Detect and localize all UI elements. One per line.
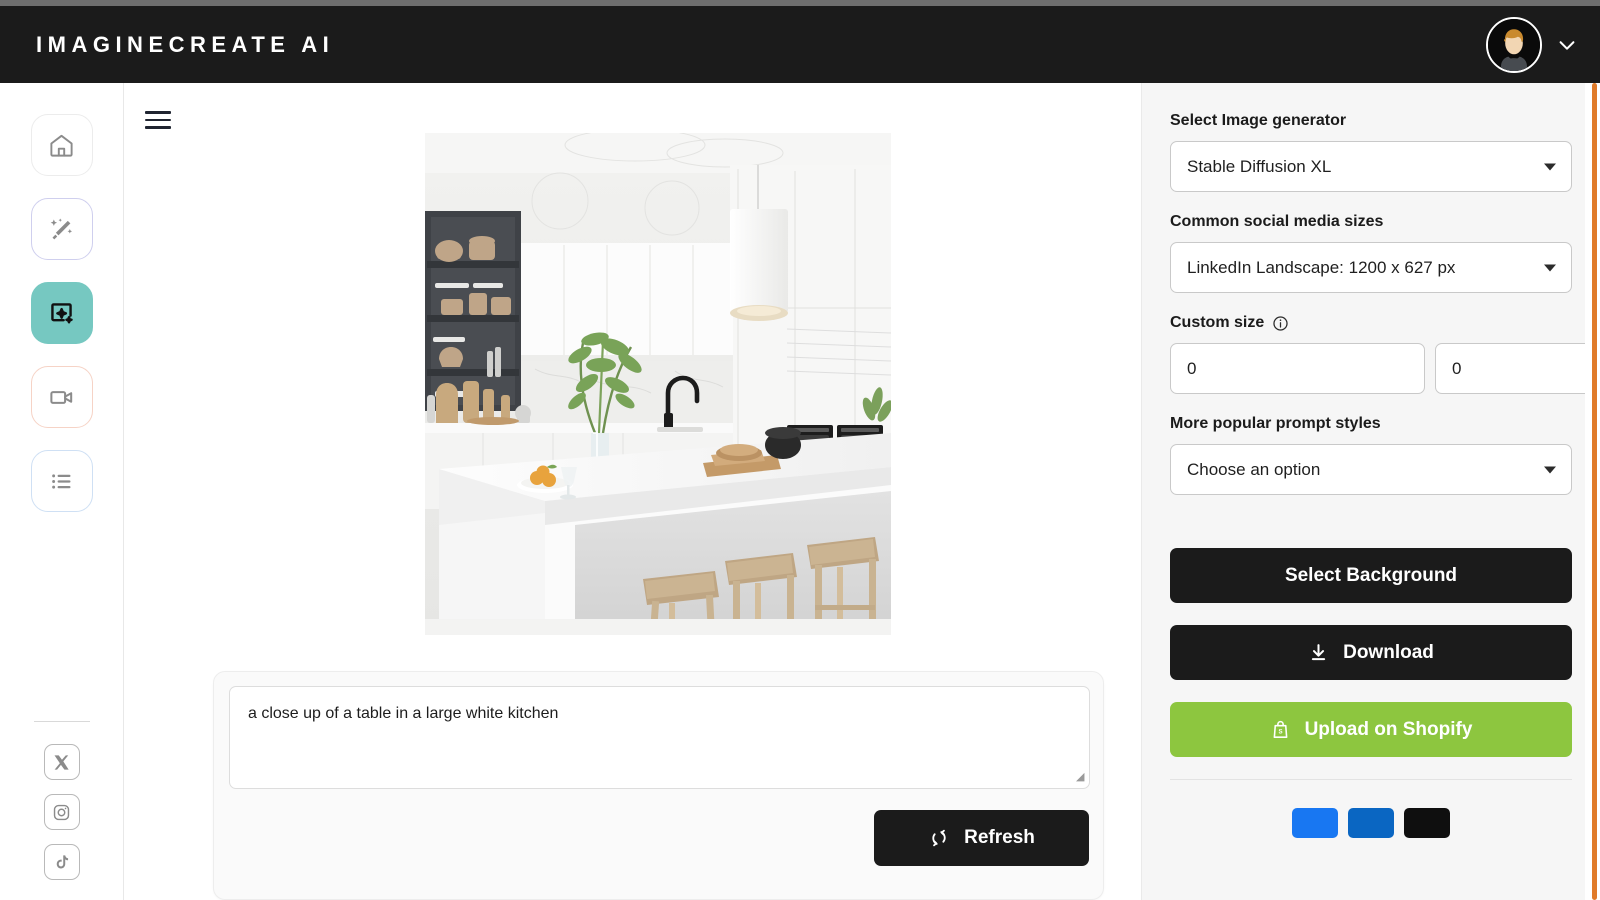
left-icon-rail — [0, 83, 124, 900]
upload-shopify-label: Upload on Shopify — [1304, 718, 1473, 740]
generator-label-text: Select Image generator — [1170, 112, 1347, 129]
generated-kitchen-illustration — [425, 133, 891, 635]
tiktok-icon — [56, 854, 69, 868]
video-camera-icon — [50, 390, 73, 404]
facebook-share-button[interactable] — [1292, 808, 1338, 838]
page-scrollbar-thumb[interactable] — [1592, 83, 1597, 900]
refresh-button[interactable]: Refresh — [874, 810, 1089, 866]
top-header: IMAGINECREATE AI — [0, 6, 1600, 83]
social-link-instagram[interactable] — [43, 794, 80, 830]
generator-select[interactable]: Stable Diffusion XL — [1170, 141, 1572, 192]
sidebar-item-magic-wand[interactable] — [30, 198, 93, 260]
chevron-down-icon[interactable] — [1556, 34, 1578, 56]
panel-divider — [1170, 779, 1572, 780]
chevron-down-icon — [1544, 466, 1556, 473]
hamburger-bar — [145, 118, 171, 122]
social-sizes-label-text: Common social media sizes — [1170, 213, 1384, 230]
custom-size-label-text: Custom size — [1170, 314, 1265, 331]
rail-social-group — [43, 744, 80, 880]
avatar[interactable] — [1486, 16, 1542, 73]
sidebar-item-image-generator[interactable] — [30, 282, 93, 344]
info-icon[interactable] — [1272, 315, 1289, 332]
custom-width-input[interactable] — [1170, 343, 1425, 394]
chevron-down-icon — [1544, 163, 1556, 170]
social-sizes-select-value: LinkedIn Landscape: 1200 x 627 px — [1187, 257, 1456, 277]
app-brand-title: IMAGINECREATE AI — [36, 31, 335, 57]
image-sparkle-icon — [51, 302, 73, 323]
shopify-bag-icon: S — [1273, 720, 1287, 738]
download-icon — [1312, 644, 1326, 661]
prompt-styles-label-text: More popular prompt styles — [1170, 415, 1381, 432]
rail-divider — [33, 721, 90, 722]
custom-height-input[interactable] — [1435, 343, 1600, 394]
select-background-button[interactable]: Select Background — [1170, 548, 1572, 603]
select-background-label: Select Background — [1284, 564, 1458, 586]
x-icon — [54, 754, 69, 770]
prompt-styles-select[interactable]: Choose an option — [1170, 444, 1572, 495]
share-row — [1170, 808, 1572, 838]
rail-primary-group — [30, 114, 93, 512]
prompt-styles-select-value: Choose an option — [1187, 459, 1321, 479]
social-sizes-select[interactable]: LinkedIn Landscape: 1200 x 627 px — [1170, 242, 1572, 293]
main-canvas: ◢ Refresh — [124, 83, 1141, 900]
upload-shopify-button[interactable]: S Upload on Shopify — [1170, 702, 1572, 757]
header-account-area[interactable] — [1486, 16, 1578, 73]
avatar-illustration-icon — [1488, 18, 1540, 71]
sidebar-item-list[interactable] — [30, 450, 93, 512]
magic-wand-icon — [50, 217, 73, 239]
svg-text:S: S — [1278, 728, 1282, 735]
download-label: Download — [1343, 641, 1434, 663]
generated-image[interactable] — [425, 133, 891, 635]
linkedin-share-button[interactable] — [1348, 808, 1394, 838]
prompt-card: ◢ Refresh — [213, 671, 1104, 900]
social-link-x[interactable] — [43, 744, 80, 780]
hamburger-menu-icon[interactable] — [145, 107, 171, 133]
instagram-icon — [53, 804, 70, 820]
custom-size-row — [1170, 343, 1600, 394]
home-icon — [50, 134, 73, 157]
hamburger-bar — [145, 111, 171, 114]
page-scrollbar-track[interactable] — [1585, 83, 1600, 900]
textarea-resize-handle[interactable]: ◢ — [1076, 772, 1088, 784]
generator-select-value: Stable Diffusion XL — [1187, 156, 1332, 176]
social-sizes-label: Common social media sizes — [1170, 213, 1572, 231]
download-button[interactable]: Download — [1170, 625, 1572, 680]
refresh-icon — [932, 829, 946, 847]
chevron-down-icon — [1544, 264, 1556, 271]
panel-spacer — [1170, 516, 1572, 548]
hamburger-bar — [145, 126, 171, 129]
list-icon — [52, 473, 71, 489]
generator-label: Select Image generator — [1170, 112, 1572, 130]
sidebar-item-home[interactable] — [30, 114, 93, 176]
prompt-input[interactable] — [229, 686, 1090, 789]
sidebar-item-video[interactable] — [30, 366, 93, 428]
custom-size-label: Custom size — [1170, 314, 1572, 332]
refresh-button-label: Refresh — [964, 827, 1035, 848]
app-screen: IMAGINECREATE AI a close up of a table i… — [0, 0, 1600, 900]
prompt-styles-label: More popular prompt styles — [1170, 415, 1572, 433]
x-share-button[interactable] — [1404, 808, 1450, 838]
settings-panel: Select Image generator Stable Diffusion … — [1141, 83, 1600, 900]
social-link-tiktok[interactable] — [43, 844, 80, 880]
